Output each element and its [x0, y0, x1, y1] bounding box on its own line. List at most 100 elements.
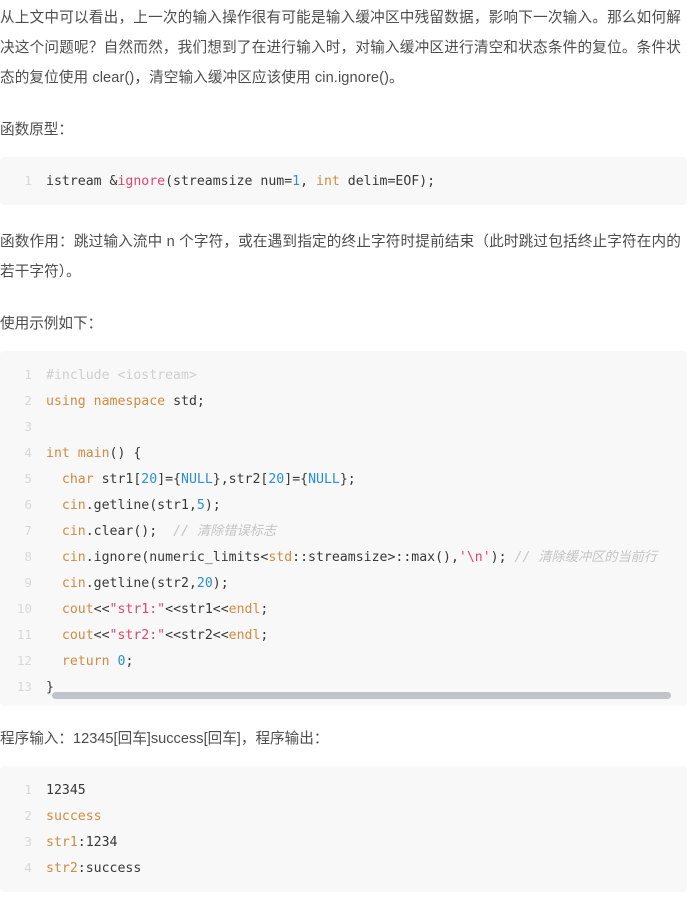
code-content: 1 12345 2 success 3 str1:1234 4 str2:success	[0, 766, 687, 892]
code-token: int	[316, 174, 340, 189]
code-line-number: 10	[16, 601, 32, 616]
code-token: ;	[260, 602, 269, 617]
code-line-text: using namespace std;	[46, 394, 205, 409]
code-line-number: 3	[24, 834, 32, 849]
code-line-text: 12345	[46, 783, 86, 798]
code-line-text: str1:1234	[46, 835, 117, 850]
code-token: ,	[300, 174, 316, 189]
code-token: cin	[61, 550, 86, 565]
code-token: ::streamsize>::max(),	[292, 550, 459, 565]
code-line-text: #include <iostream>	[46, 368, 197, 383]
code-token: ]={	[284, 472, 309, 487]
code-horizontal-scrollbar[interactable]	[52, 692, 671, 699]
code-token: 12345	[46, 783, 86, 798]
code-token: <<	[93, 628, 110, 643]
code-line-number: 4	[24, 860, 32, 875]
code-line-number: 2	[24, 393, 32, 408]
code-token: istream &	[46, 174, 118, 189]
code-line-text: int main() {	[46, 446, 141, 461]
code-token: cin	[61, 576, 86, 591]
code-line: 8 cin.ignore(numeric_limits<std::streams…	[0, 544, 687, 570]
code-token: cout	[61, 628, 94, 643]
code-content: 1 istream &ignore(streamsize num=1, int d…	[0, 157, 687, 205]
code-token: NULL	[181, 472, 213, 487]
code-line: 11 cout<<"str2:"<<str2<<endl;	[0, 622, 687, 648]
code-block-prototype[interactable]: 1 istream &ignore(streamsize num=1, int d…	[0, 157, 687, 205]
code-token: delim=EOF);	[339, 174, 436, 189]
code-line-text: cout<<"str1:"<<str1<<endl;	[46, 602, 268, 617]
code-token: using	[46, 394, 86, 409]
code-line: 2 using namespace std;	[0, 388, 687, 414]
code-line: 3 str1:1234	[0, 829, 687, 855]
code-token: ignore	[117, 174, 166, 189]
code-token: char	[61, 472, 94, 487]
code-line-text: cin.getline(str1,5);	[46, 498, 221, 513]
code-token: NULL	[308, 472, 340, 487]
code-line-number: 6	[24, 497, 32, 512]
code-token: namespace	[93, 394, 166, 409]
code-token: str2	[46, 861, 78, 876]
code-token: cin	[61, 498, 86, 513]
code-line: 4 str2:success	[0, 855, 687, 881]
code-line-text: str2:success	[46, 861, 141, 876]
code-line: 2 success	[0, 803, 687, 829]
code-line-number: 2	[24, 808, 32, 823]
code-line: 9 cin.getline(str2,20);	[0, 570, 687, 596]
code-token: int	[46, 446, 70, 461]
code-line-number: 1	[24, 782, 32, 797]
code-token: return	[61, 654, 110, 669]
code-token: '\n'	[458, 550, 491, 565]
code-token: },str2[	[212, 472, 269, 487]
code-token: .getline(str1,	[85, 498, 197, 513]
code-line: 1 12345	[0, 777, 687, 803]
code-token: ;	[125, 654, 134, 669]
code-block-example[interactable]: 1 #include <iostream> 2 using namespace std…	[0, 351, 687, 706]
code-line-text: cin.getline(str2,20);	[46, 576, 229, 591]
code-token: <<str2<<	[165, 628, 229, 643]
code-block-output[interactable]: 1 12345 2 success 3 str1:1234 4 str2:success	[0, 766, 687, 892]
code-line-text: cout<<"str2:"<<str2<<endl;	[46, 628, 268, 643]
code-content: 1 #include <iostream> 2 using namespace std…	[0, 351, 687, 706]
code-token: // 清除错误标志	[173, 524, 277, 539]
code-line: 1 #include <iostream>	[0, 362, 687, 388]
code-line-number: 3	[24, 419, 32, 434]
code-token: success	[46, 809, 102, 824]
code-token: );	[490, 550, 515, 565]
code-token: .getline(str2,	[85, 576, 197, 591]
code-line-number: 1	[24, 367, 32, 382]
program-io-paragraph: 程序输入：12345[回车]success[回车]，程序输出：	[0, 731, 329, 747]
code-token: "str2:"	[109, 628, 166, 643]
code-token: };	[339, 472, 356, 487]
code-line-text: success	[46, 809, 102, 824]
code-line-text: cin.ignore(numeric_limits<std::streamsiz…	[46, 550, 657, 565]
code-token: );	[204, 498, 221, 513]
code-token: 20	[196, 576, 213, 591]
code-line: 1 istream &ignore(streamsize num=1, int d…	[0, 168, 687, 194]
code-line: 3	[0, 414, 687, 440]
code-token: 5	[196, 498, 205, 513]
code-token: () {	[109, 446, 142, 461]
code-token: (streamsize num=	[165, 174, 293, 189]
code-token: 20	[268, 472, 285, 487]
code-line: 5 char str1[20]={NULL},str2[20]={NULL};	[0, 466, 687, 492]
code-token: cin	[61, 524, 86, 539]
code-token: endl	[228, 628, 261, 643]
code-line-number: 8	[24, 549, 32, 564]
code-line: 12 return 0;	[0, 648, 687, 674]
code-line: 6 cin.getline(str1,5);	[0, 492, 687, 518]
code-token: endl	[228, 602, 261, 617]
